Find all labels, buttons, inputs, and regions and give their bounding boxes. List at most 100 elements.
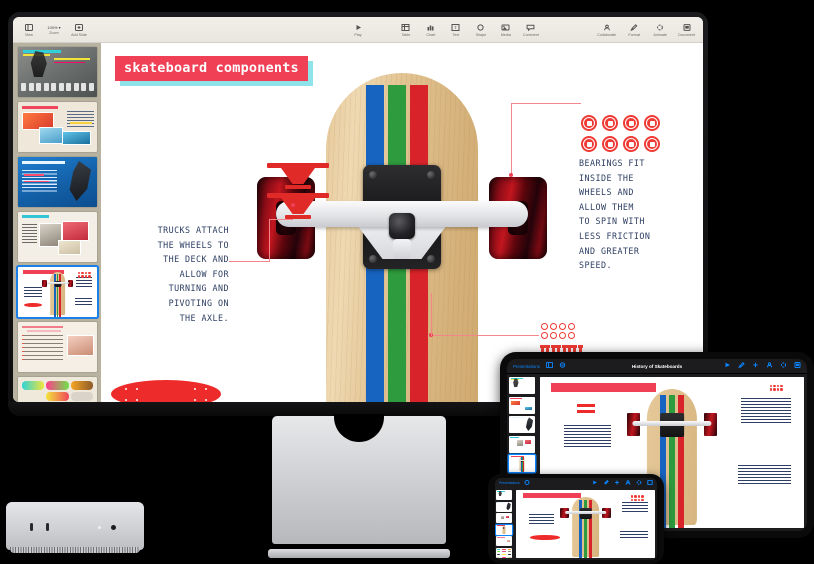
- slide-thumbnail[interactable]: 9: [18, 322, 97, 372]
- iphone-slide-canvas[interactable]: [516, 490, 655, 558]
- mac-studio-vent: [10, 547, 140, 553]
- iphone-slide-thumbnail[interactable]: [496, 501, 512, 512]
- animate-icon[interactable]: [636, 479, 642, 487]
- animate-label: Animate: [653, 32, 667, 37]
- svg-text:T: T: [455, 25, 458, 30]
- format-button[interactable]: Format: [626, 23, 642, 37]
- insert-icon[interactable]: [614, 480, 620, 487]
- table-label: Table: [401, 32, 411, 37]
- collaborate-icon[interactable]: [766, 362, 773, 370]
- iphone-slide-thumbnail[interactable]: [496, 513, 512, 524]
- play-button[interactable]: Play: [350, 23, 366, 37]
- nut-icon: [559, 332, 566, 339]
- iphone-slide-thumbnail[interactable]: [496, 490, 512, 501]
- keynote-toolbar: View 100% ▾ Zoom Add Slide Play Table Ch…: [13, 17, 703, 43]
- nut-icon: [541, 323, 548, 330]
- play-icon[interactable]: [592, 480, 598, 487]
- display-stand-foot: [268, 549, 450, 558]
- callout-bearings[interactable]: BEARINGS FIT INSIDE THE WHEELS AND ALLOW…: [579, 156, 699, 273]
- format-brush-icon[interactable]: [603, 479, 609, 487]
- collaborate-label: Collaborate: [597, 32, 617, 37]
- slide-navigator[interactable]: 4 5 6 7: [13, 43, 101, 402]
- sidebar-icon[interactable]: [545, 361, 553, 370]
- zoom-value: 100%: [47, 24, 58, 30]
- view-panels-icon: [25, 23, 33, 32]
- insert-text-button[interactable]: T Text: [448, 23, 464, 37]
- insert-shape-button[interactable]: Shape: [473, 23, 489, 37]
- collaborate-icon: [603, 23, 611, 32]
- view-label: View: [25, 32, 33, 37]
- toolbar-left-group: View 100% ▾ Zoom Add Slide: [21, 23, 87, 37]
- ipad-slide-thumbnail[interactable]: [509, 377, 535, 394]
- animate-button[interactable]: Animate: [652, 23, 668, 37]
- format-brush-icon[interactable]: [738, 361, 745, 370]
- media-label: Media: [500, 32, 511, 37]
- zoom-control[interactable]: 100% ▾ Zoom: [46, 25, 62, 35]
- insert-comment-button[interactable]: Comment: [523, 23, 539, 37]
- slide-thumbnail[interactable]: 7: [18, 212, 97, 262]
- text-label: Text: [452, 32, 460, 37]
- media-icon: [501, 23, 510, 32]
- document-label: Document: [678, 32, 695, 37]
- slide-thumbnail[interactable]: 10: [18, 377, 97, 402]
- zoom-percent-icon: 100% ▾: [47, 24, 61, 30]
- slide-thumbnail[interactable]: 5: [18, 102, 97, 152]
- iphone-bezel: Presentations: [488, 474, 664, 564]
- chart-icon: [427, 23, 435, 32]
- ipad-slide-thumbnail[interactable]: [509, 435, 535, 453]
- iphone-slide-thumbnail-selected[interactable]: [496, 524, 512, 535]
- slide-title-text: skateboard components: [124, 60, 299, 76]
- zoom-icon[interactable]: [559, 362, 566, 370]
- chart-label: Chart: [426, 32, 436, 37]
- animate-icon: [656, 23, 664, 32]
- format-brush-icon: [630, 23, 638, 32]
- slide-thumbnail[interactable]: 4: [18, 47, 97, 97]
- animate-icon[interactable]: [780, 362, 787, 370]
- slide-thumbnail[interactable]: 6: [18, 157, 97, 207]
- add-slide-label: Add Slide: [71, 32, 87, 37]
- insert-chart-button[interactable]: Chart: [423, 23, 439, 37]
- slide-canvas[interactable]: skateboard components TRUCKS ATTACH THE …: [101, 43, 703, 402]
- bearing-icon: [581, 115, 597, 131]
- more-icon[interactable]: [524, 479, 530, 487]
- leader-line-trucks-v: [269, 219, 270, 262]
- mac-studio-led: [98, 526, 101, 529]
- leader-line-trucks-h2: [269, 219, 293, 220]
- nut-icon: [568, 332, 575, 339]
- collaborate-button[interactable]: Collaborate: [597, 23, 616, 37]
- display-screen: View 100% ▾ Zoom Add Slide Play Table Ch…: [13, 17, 703, 402]
- callout-dot-trucks: [291, 203, 295, 207]
- view-button[interactable]: View: [21, 23, 37, 37]
- nut-icon: [550, 332, 557, 339]
- iphone-slide-navigator[interactable]: [495, 488, 514, 560]
- iphone-slide-thumbnail[interactable]: [496, 536, 512, 547]
- kingpin-nut: [389, 213, 415, 239]
- ipad-back-button[interactable]: Presentations: [513, 364, 540, 369]
- iphone-back-button[interactable]: Presentations: [499, 481, 520, 485]
- document-button[interactable]: Document: [678, 23, 695, 37]
- play-label: Play: [354, 32, 362, 37]
- bearing-icon: [644, 115, 660, 131]
- slide-title[interactable]: skateboard components: [115, 56, 308, 81]
- leader-line-bearings-h: [511, 103, 581, 104]
- document-icon[interactable]: [647, 479, 653, 487]
- bearing-icon: [623, 115, 639, 131]
- insert-icon[interactable]: [752, 362, 759, 370]
- callout-trucks[interactable]: TRUCKS ATTACH THE WHEELS TO THE DECK AND…: [119, 223, 229, 325]
- document-icon[interactable]: [794, 362, 801, 370]
- add-slide-button[interactable]: Add Slide: [71, 23, 87, 37]
- insert-table-button[interactable]: Table: [398, 23, 414, 37]
- insert-media-button[interactable]: Media: [498, 23, 514, 37]
- play-icon[interactable]: [724, 362, 731, 370]
- collaborate-icon[interactable]: [625, 479, 631, 487]
- ipad-slide-thumbnail[interactable]: [509, 416, 535, 433]
- truck-icon-top: [267, 163, 329, 193]
- nuts-icon-group: [541, 323, 575, 339]
- iphone-body: [495, 488, 657, 560]
- ipad-slide-thumbnail-selected[interactable]: [509, 455, 535, 472]
- play-icon: [355, 23, 362, 32]
- slide-thumbnail-selected[interactable]: 8: [18, 267, 97, 317]
- bearings-icon-group: [581, 115, 660, 152]
- iphone-slide-thumbnail[interactable]: [496, 547, 512, 558]
- ipad-slide-thumbnail[interactable]: [509, 396, 535, 414]
